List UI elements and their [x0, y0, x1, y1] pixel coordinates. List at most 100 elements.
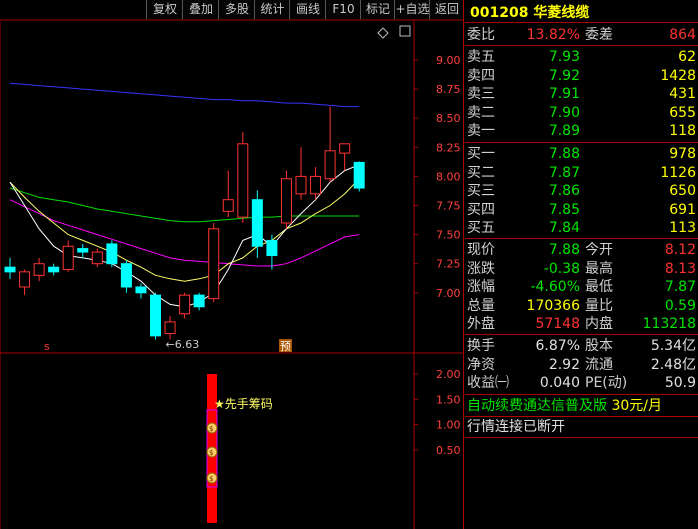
- candlestick-chart[interactable]: 9.00 8.75 8.50 8.25 8.00 7.75 7.50 7.25 7.00 ←6.6…: [0, 0, 463, 529]
- sell-price: 7.90: [548, 104, 580, 121]
- buy-price: 7.88: [548, 146, 580, 162]
- stat-row: 总量 170366 量比 0.59: [465, 296, 698, 316]
- buy-label: 买一: [467, 146, 495, 162]
- sell-price: 7.91: [548, 86, 580, 102]
- info-value: 5.34亿: [650, 338, 696, 354]
- candle-body: [324, 150, 336, 180]
- candle-body: [91, 251, 103, 265]
- info-value: 2.92: [548, 356, 580, 373]
- candle-body: [251, 199, 263, 247]
- stat-row: 外盘 57148 内盘 113218: [465, 314, 698, 334]
- sell-volume: 118: [669, 123, 696, 139]
- y-tick-label: 8.00: [436, 170, 461, 183]
- candle-body: [48, 266, 60, 273]
- stat-row: 涨幅 -4.60% 最低 7.87: [465, 277, 698, 297]
- buy-label: 买四: [467, 201, 495, 218]
- stock-code: 001208: [470, 5, 529, 21]
- stat-label: 最低: [585, 279, 613, 295]
- panel-divider: [465, 22, 698, 23]
- buy-row: 买三 7.86 650: [465, 181, 698, 201]
- sell-volume: 431: [669, 86, 696, 102]
- stat-value: 170366: [526, 297, 580, 314]
- sell-price: 7.93: [548, 49, 580, 65]
- buy-label: 买三: [467, 183, 495, 199]
- stock-title: 001208 华菱线缆: [470, 2, 589, 22]
- buy-row: 买五 7.84 113: [465, 218, 698, 238]
- stat-value: 8.12: [664, 242, 696, 258]
- connection-status: 行情连接已断开: [467, 419, 565, 435]
- marker-yu: 预: [280, 340, 291, 353]
- stat-label: 量比: [585, 297, 613, 314]
- candle-body: [353, 161, 365, 189]
- info-value: 6.87%: [535, 338, 580, 354]
- stat-value: -4.60%: [530, 279, 580, 295]
- stat-row: 涨跌 -0.38 最高 8.13: [465, 259, 698, 279]
- candle-body: [135, 286, 147, 294]
- sell-row: 卖二 7.90 655: [465, 103, 698, 123]
- candle-body: [33, 263, 45, 276]
- stat-label: 涨幅: [467, 279, 495, 295]
- signal-label: ★先手筹码: [214, 397, 273, 411]
- ma-line-magenta: [9, 199, 360, 267]
- stat-label: 涨跌: [467, 260, 495, 277]
- buy-price: 7.86: [548, 183, 580, 199]
- y-tick-label: 7.00: [436, 287, 461, 300]
- stat-label: 最高: [585, 260, 613, 277]
- candle-body: [62, 245, 74, 271]
- sell-volume: 62: [678, 49, 696, 65]
- y-tick-label: 9.00: [436, 54, 461, 67]
- sell-volume: 1428: [660, 67, 696, 84]
- sell-price: 7.89: [548, 123, 580, 139]
- info-label: 净资: [467, 356, 495, 373]
- coin-icon-glyph: $: [209, 425, 213, 433]
- sell-row: 卖四 7.92 1428: [465, 66, 698, 86]
- weicha-label: 委差: [585, 27, 613, 43]
- candle-body: [222, 199, 234, 212]
- weicha-value: 864: [669, 27, 696, 43]
- candle-body: [266, 239, 278, 257]
- coin-icon-glyph: $: [209, 475, 213, 483]
- candle-body: [339, 143, 351, 154]
- sub-y-tick-label: 0.50: [436, 444, 461, 457]
- sell-volume: 655: [669, 104, 696, 121]
- candle-body: [280, 178, 292, 224]
- info-label: 收益㈠: [467, 375, 509, 391]
- stat-label: 总量: [467, 297, 495, 314]
- stat-value: -0.38: [543, 260, 580, 277]
- buy-label: 买五: [467, 220, 495, 236]
- candle-body: [77, 248, 89, 253]
- info-row: 净资 2.92 流通 2.48亿: [465, 355, 698, 375]
- sell-price: 7.92: [548, 67, 580, 84]
- sell-label: 卖三: [467, 86, 495, 102]
- stat-value: 7.87: [664, 279, 696, 295]
- panel-divider: [465, 437, 698, 438]
- stat-value: 0.59: [664, 297, 696, 314]
- stat-label: 今开: [585, 242, 613, 258]
- y-tick-label: 8.25: [436, 141, 461, 154]
- buy-price: 7.85: [548, 201, 580, 218]
- buy-volume: 1126: [660, 164, 696, 181]
- buy-volume: 978: [669, 146, 696, 162]
- y-tick-label: 7.50: [436, 229, 461, 242]
- info-row: 换手 6.87% 股本 5.34亿: [465, 336, 698, 356]
- quote-panel: 委比 13.82% 委差 864 卖五 7.93 62 卖四 7.92 1428 卖三 7.91 431…: [463, 0, 698, 529]
- buy-volume: 650: [669, 183, 696, 199]
- coin-icon-glyph: $: [209, 449, 213, 457]
- candle-body: [19, 271, 31, 288]
- info-label: 流通: [585, 356, 613, 373]
- weibi-row: 委比 13.82% 委差 864: [465, 25, 698, 45]
- promo-banner[interactable]: 自动续费通达信普及版 30元/月: [467, 396, 662, 416]
- sub-y-tick-label: 1.00: [436, 419, 461, 432]
- candle-body: [164, 321, 176, 335]
- ma-line-white: [9, 164, 360, 308]
- info-row: 收益㈠ 0.040 PE(动) 50.9: [465, 373, 698, 393]
- info-value: 2.48亿: [650, 356, 696, 373]
- panel-divider: [465, 238, 698, 239]
- info-value: 0.040: [539, 375, 580, 391]
- sell-row: 卖五 7.93 62: [465, 47, 698, 67]
- panel-divider: [465, 142, 698, 143]
- candle-body: [193, 294, 205, 308]
- candle-body: [4, 266, 16, 273]
- stat-value: 7.88: [548, 242, 580, 258]
- stat-label: 现价: [467, 242, 495, 258]
